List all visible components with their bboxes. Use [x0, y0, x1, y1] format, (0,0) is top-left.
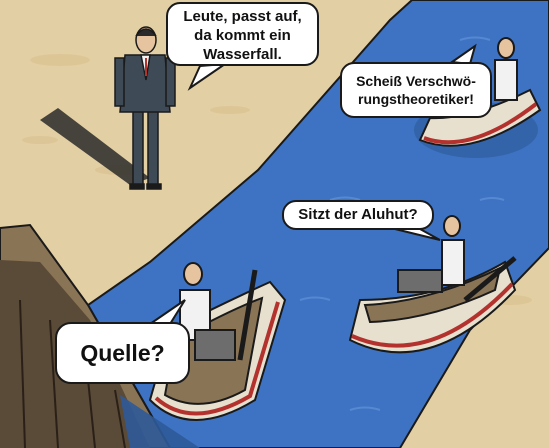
speech-bubble-middle-boat: Sitzt der Aluhut? [282, 200, 434, 230]
bubble-line: Quelle? [80, 340, 165, 366]
bubble-line: Wasserfall. [203, 46, 282, 63]
comic-panel: Leute, passt auf, da kommt ein Wasserfal… [0, 0, 549, 448]
bubble-line: rungstheoretiker! [358, 91, 474, 107]
bubble-line: Scheiß Verschwö- [356, 73, 476, 89]
bubble-line: da kommt ein [194, 27, 291, 44]
bubble-line: Sitzt der Aluhut? [298, 206, 418, 223]
speech-bubble-front-boat: Quelle? [55, 322, 190, 384]
speech-bubble-man: Leute, passt auf, da kommt ein Wasserfal… [166, 2, 319, 66]
bubble-line: Leute, passt auf, [183, 8, 302, 25]
speech-bubble-top-boat: Scheiß Verschwö- rungstheoretiker! [340, 62, 492, 118]
